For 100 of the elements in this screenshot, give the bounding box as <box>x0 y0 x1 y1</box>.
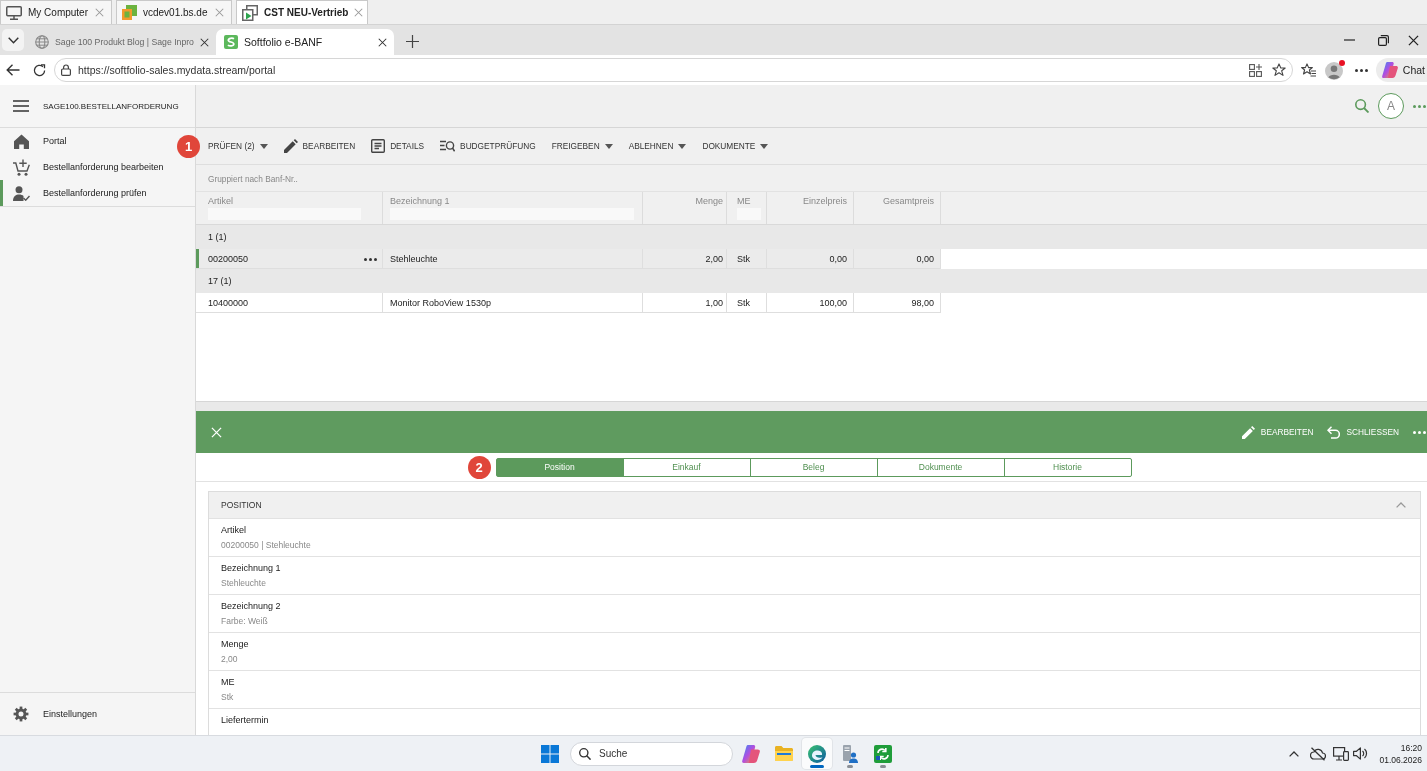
caret-down-icon <box>678 143 687 149</box>
app-title: SAGE100.BESTELLANFORDERUNG <box>43 101 179 111</box>
clock-date[interactable]: 01.06.2026 <box>1379 754 1422 765</box>
home-icon <box>13 133 29 149</box>
pencil-icon <box>1241 425 1255 439</box>
field-value: 2,00 <box>221 654 238 664</box>
field-value: 00200050 | Stehleuchte <box>221 540 311 550</box>
close-icon[interactable] <box>377 37 387 47</box>
search-icon <box>579 747 591 760</box>
back-icon[interactable] <box>6 64 20 76</box>
nav-item[interactable]: Portal <box>0 128 176 154</box>
swirl-circle-icon <box>808 744 826 763</box>
user-check-icon <box>12 185 30 201</box>
more-icon[interactable] <box>1354 68 1368 72</box>
more-icon[interactable] <box>364 257 377 261</box>
browser-tab[interactable]: Softfolio e-BANF <box>215 29 394 55</box>
table-cell: Monitor RoboView 1530p <box>383 293 643 313</box>
field-value: Farbe: Weiß <box>221 616 268 626</box>
close-icon[interactable] <box>1408 34 1419 46</box>
favorites-icon[interactable] <box>1300 63 1316 77</box>
dropdown-button[interactable]: DOKUMENTE <box>700 135 771 157</box>
field-label: Bezeichnung 2 <box>221 601 281 611</box>
tab[interactable]: Dokumente <box>876 458 1004 476</box>
close-icon[interactable] <box>199 37 209 47</box>
table-cell: 100,00 <box>767 293 854 313</box>
tab-list-button[interactable] <box>2 29 24 51</box>
table-cell: 1,00 <box>643 293 727 313</box>
chat-button[interactable]: Chat <box>1375 58 1427 82</box>
search-icon[interactable] <box>1355 99 1369 113</box>
arrows-tile-icon <box>874 744 892 763</box>
caret-down-icon <box>760 143 769 149</box>
undo-icon <box>1327 425 1341 439</box>
lock-icon <box>61 64 71 76</box>
logo-icon <box>223 35 238 49</box>
dropdown-button[interactable]: PRÜFEN (2) <box>206 135 270 157</box>
caret-down-icon <box>259 143 268 149</box>
window-play-icon <box>242 4 258 21</box>
toolbar-button[interactable]: BUDGETPRÜFUNG <box>438 135 538 157</box>
table-cell: 0,00 <box>854 249 941 269</box>
apps-icon[interactable] <box>1248 63 1262 77</box>
field-label: Bezeichnung 1 <box>221 563 281 573</box>
reload-icon[interactable] <box>33 63 46 77</box>
chevron-up-icon[interactable] <box>1289 750 1300 757</box>
field-label: Menge <box>221 639 249 649</box>
dropdown-button[interactable]: ABLEHNEN <box>626 135 689 157</box>
group-row[interactable]: 17 (1) <box>196 269 1427 293</box>
nav-item[interactable]: Bestellanforderung bearbeiten <box>0 154 176 180</box>
cart-plus-icon <box>12 158 30 176</box>
search-field[interactable]: Suche <box>599 748 659 759</box>
monitor-icon <box>6 5 22 20</box>
section-title: POSITION <box>221 500 262 510</box>
profile-icon[interactable] <box>1324 60 1345 80</box>
gradient-ribbon-icon[interactable] <box>742 744 760 763</box>
slashed-cloud-icon[interactable] <box>1310 746 1327 761</box>
field-label: Artikel <box>221 525 246 535</box>
annotation-marker: 2 <box>467 455 491 479</box>
search-bar[interactable]: Suche <box>570 741 733 766</box>
start-icon[interactable] <box>541 744 559 763</box>
table-cell: 98,00 <box>854 293 941 313</box>
table-cell: 0,00 <box>767 249 854 269</box>
tab[interactable]: Historie <box>1003 458 1131 476</box>
star-icon[interactable] <box>1271 63 1286 77</box>
dropdown-button[interactable]: FREIGEBEN <box>549 135 615 157</box>
stacked-squares-icon <box>122 5 137 20</box>
list-search-icon <box>440 140 456 152</box>
taskbar-button[interactable] <box>802 738 832 769</box>
caret-down-icon <box>604 143 613 149</box>
tab[interactable]: Einkauf <box>622 458 750 476</box>
toolbar-button[interactable]: DETAILS <box>369 135 427 157</box>
table-cell: Stehleuchte <box>383 249 643 269</box>
folder-icon <box>775 746 793 761</box>
document-icon <box>371 139 386 153</box>
avatar-button[interactable]: A <box>1378 93 1404 119</box>
field-value: Stehleuchte <box>221 578 266 588</box>
globe-icon <box>35 35 49 49</box>
group-row[interactable]: 1 (1) <box>196 225 1427 249</box>
nav-item[interactable]: Bestellanforderung prüfen <box>0 180 176 206</box>
window-tab[interactable]: vcdev01.bs.de <box>116 0 232 24</box>
speaker-icon[interactable] <box>1353 747 1369 760</box>
toolbar-button[interactable]: BEARBEITEN <box>281 135 358 157</box>
table-cell: Stk <box>727 293 767 313</box>
menu-icon[interactable] <box>13 100 29 112</box>
table-cell: 2,00 <box>643 249 727 269</box>
monitor-phone-icon[interactable] <box>1333 746 1350 761</box>
window-tab[interactable]: CST NEU-Vertrieb <box>236 0 368 24</box>
window-tab[interactable]: My Computer <box>0 0 112 24</box>
restore-icon[interactable] <box>1377 34 1389 46</box>
table-row[interactable]: 00200050 Stehleuchte 2,00 Stk 0,00 0,00 <box>196 249 1427 269</box>
gradient-ribbon-icon[interactable] <box>1381 62 1398 78</box>
minimize-icon[interactable] <box>1343 39 1355 41</box>
tab[interactable]: Beleg <box>749 458 877 476</box>
table-cell: 00200050 <box>196 249 383 269</box>
field-value: Stk <box>221 692 234 702</box>
table-row[interactable]: 10400000 Monitor RoboView 1530p 1,00 Stk 100,00 98,00 <box>196 293 1427 313</box>
plus-icon[interactable] <box>405 35 419 48</box>
pencil-icon <box>283 139 298 153</box>
browser-tab[interactable]: Sage 100 Produkt Blog | Sage Inpro <box>27 29 216 55</box>
settings-icon <box>13 706 29 722</box>
chevron-down-icon <box>7 36 19 44</box>
clock-time[interactable]: 16:20 <box>1400 742 1422 753</box>
